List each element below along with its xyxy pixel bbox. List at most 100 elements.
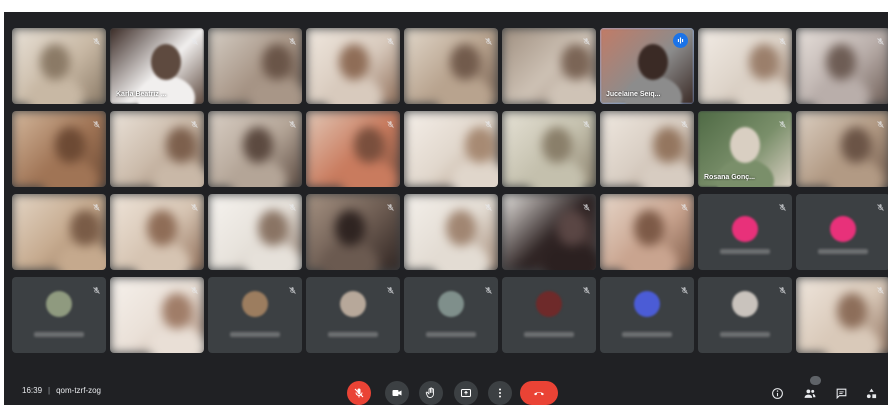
chat-button[interactable] — [832, 384, 850, 402]
participant-tile[interactable] — [208, 111, 302, 187]
muted-mic-icon — [484, 199, 493, 211]
participant-body — [248, 76, 302, 104]
participant-body — [451, 159, 498, 187]
participant-avatar — [830, 216, 856, 242]
participant-name: Karla Beatriz ... — [116, 91, 167, 98]
participant-body — [56, 242, 106, 270]
participant-tile[interactable] — [12, 194, 106, 270]
participant-tile[interactable]: Jucelaine Seiq... — [600, 28, 694, 104]
participant-name-blurred — [426, 332, 476, 337]
raise-hand-button[interactable] — [419, 381, 443, 405]
participant-body — [543, 242, 596, 270]
participant-tile[interactable] — [502, 28, 596, 104]
participant-avatar — [46, 291, 72, 317]
participant-tile[interactable] — [306, 277, 400, 353]
participant-tile[interactable] — [306, 194, 400, 270]
leave-call-button[interactable] — [520, 381, 558, 405]
participant-tile[interactable] — [698, 277, 792, 353]
participant-tile[interactable] — [796, 111, 888, 187]
activities-button[interactable] — [862, 384, 880, 402]
present-button[interactable] — [454, 381, 478, 405]
muted-mic-icon — [190, 282, 199, 294]
participant-figure — [162, 293, 192, 329]
participant-count-badge — [810, 376, 821, 385]
participant-tile[interactable] — [404, 194, 498, 270]
participant-tile[interactable] — [12, 111, 106, 187]
muted-mic-icon — [386, 282, 395, 294]
participant-tile[interactable] — [208, 28, 302, 104]
participant-tile[interactable] — [110, 111, 204, 187]
muted-mic-icon — [288, 116, 297, 128]
participant-body — [41, 159, 99, 187]
participant-tile[interactable] — [404, 28, 498, 104]
mic-off-icon — [354, 388, 364, 398]
muted-mic-icon — [778, 116, 787, 128]
participant-figure — [147, 210, 177, 246]
participant-name: Jucelaine Seiq... — [606, 91, 661, 98]
participant-tile[interactable] — [502, 111, 596, 187]
muted-mic-icon — [484, 282, 493, 294]
participant-tile[interactable]: Rosana Gonç... — [698, 111, 792, 187]
participant-tile[interactable] — [600, 111, 694, 187]
muted-mic-icon — [92, 33, 101, 45]
muted-mic-icon — [190, 116, 199, 128]
participant-tile[interactable] — [12, 277, 106, 353]
participant-tile[interactable] — [600, 277, 694, 353]
participant-tile[interactable] — [110, 277, 204, 353]
participant-tile[interactable] — [306, 28, 400, 104]
participant-video — [796, 277, 888, 353]
muted-mic-icon — [680, 282, 689, 294]
participant-avatar — [536, 291, 562, 317]
participant-tile[interactable] — [796, 194, 888, 270]
participant-figure — [749, 44, 779, 80]
participant-avatar — [732, 216, 758, 242]
muted-mic-icon — [680, 199, 689, 211]
participant-figure — [354, 127, 384, 163]
participant-tile[interactable] — [306, 111, 400, 187]
screenshot-frame: Karla Beatriz ... Jucelaine Seiq... Rosana… — [0, 0, 892, 409]
muted-mic-icon — [484, 33, 493, 45]
participant-body — [436, 76, 494, 104]
muted-mic-icon — [876, 116, 885, 128]
participant-tile[interactable] — [796, 277, 888, 353]
participant-tile[interactable] — [12, 28, 106, 104]
participant-tile[interactable] — [208, 277, 302, 353]
participant-body — [823, 325, 881, 353]
muted-mic-icon — [582, 199, 591, 211]
participant-tile[interactable] — [502, 277, 596, 353]
meeting-details-button[interactable] — [768, 384, 786, 402]
participant-name-blurred — [524, 332, 574, 337]
muted-mic-icon — [386, 199, 395, 211]
participant-body — [528, 159, 586, 187]
participant-tile[interactable] — [796, 28, 888, 104]
people-icon — [804, 388, 816, 398]
participant-tile[interactable] — [600, 194, 694, 270]
muted-mic-icon — [876, 199, 885, 211]
participant-body — [624, 76, 682, 104]
participant-tile[interactable] — [502, 194, 596, 270]
participant-tile[interactable]: Karla Beatriz ... — [110, 28, 204, 104]
participant-tile[interactable] — [404, 277, 498, 353]
mic-toggle-button[interactable] — [347, 381, 371, 405]
people-button[interactable] — [801, 384, 819, 402]
participant-avatar — [438, 291, 464, 317]
muted-mic-icon — [386, 116, 395, 128]
meeting-code: qom-tzrf-zog — [56, 386, 102, 395]
participant-figure — [40, 44, 70, 80]
participant-tile[interactable] — [208, 194, 302, 270]
participant-tile[interactable] — [698, 194, 792, 270]
participant-body — [812, 76, 870, 104]
muted-mic-icon — [190, 199, 199, 211]
participant-video — [796, 28, 888, 104]
participant-tile[interactable] — [404, 111, 498, 187]
muted-mic-icon — [876, 33, 885, 45]
camera-toggle-button[interactable] — [385, 381, 409, 405]
muted-mic-icon — [778, 282, 787, 294]
participant-body — [735, 76, 792, 104]
muted-mic-icon — [92, 199, 101, 211]
participant-body — [716, 159, 774, 187]
participant-figure — [826, 44, 856, 80]
more-options-button[interactable] — [488, 381, 512, 405]
participant-tile[interactable] — [110, 194, 204, 270]
participant-tile[interactable] — [698, 28, 792, 104]
